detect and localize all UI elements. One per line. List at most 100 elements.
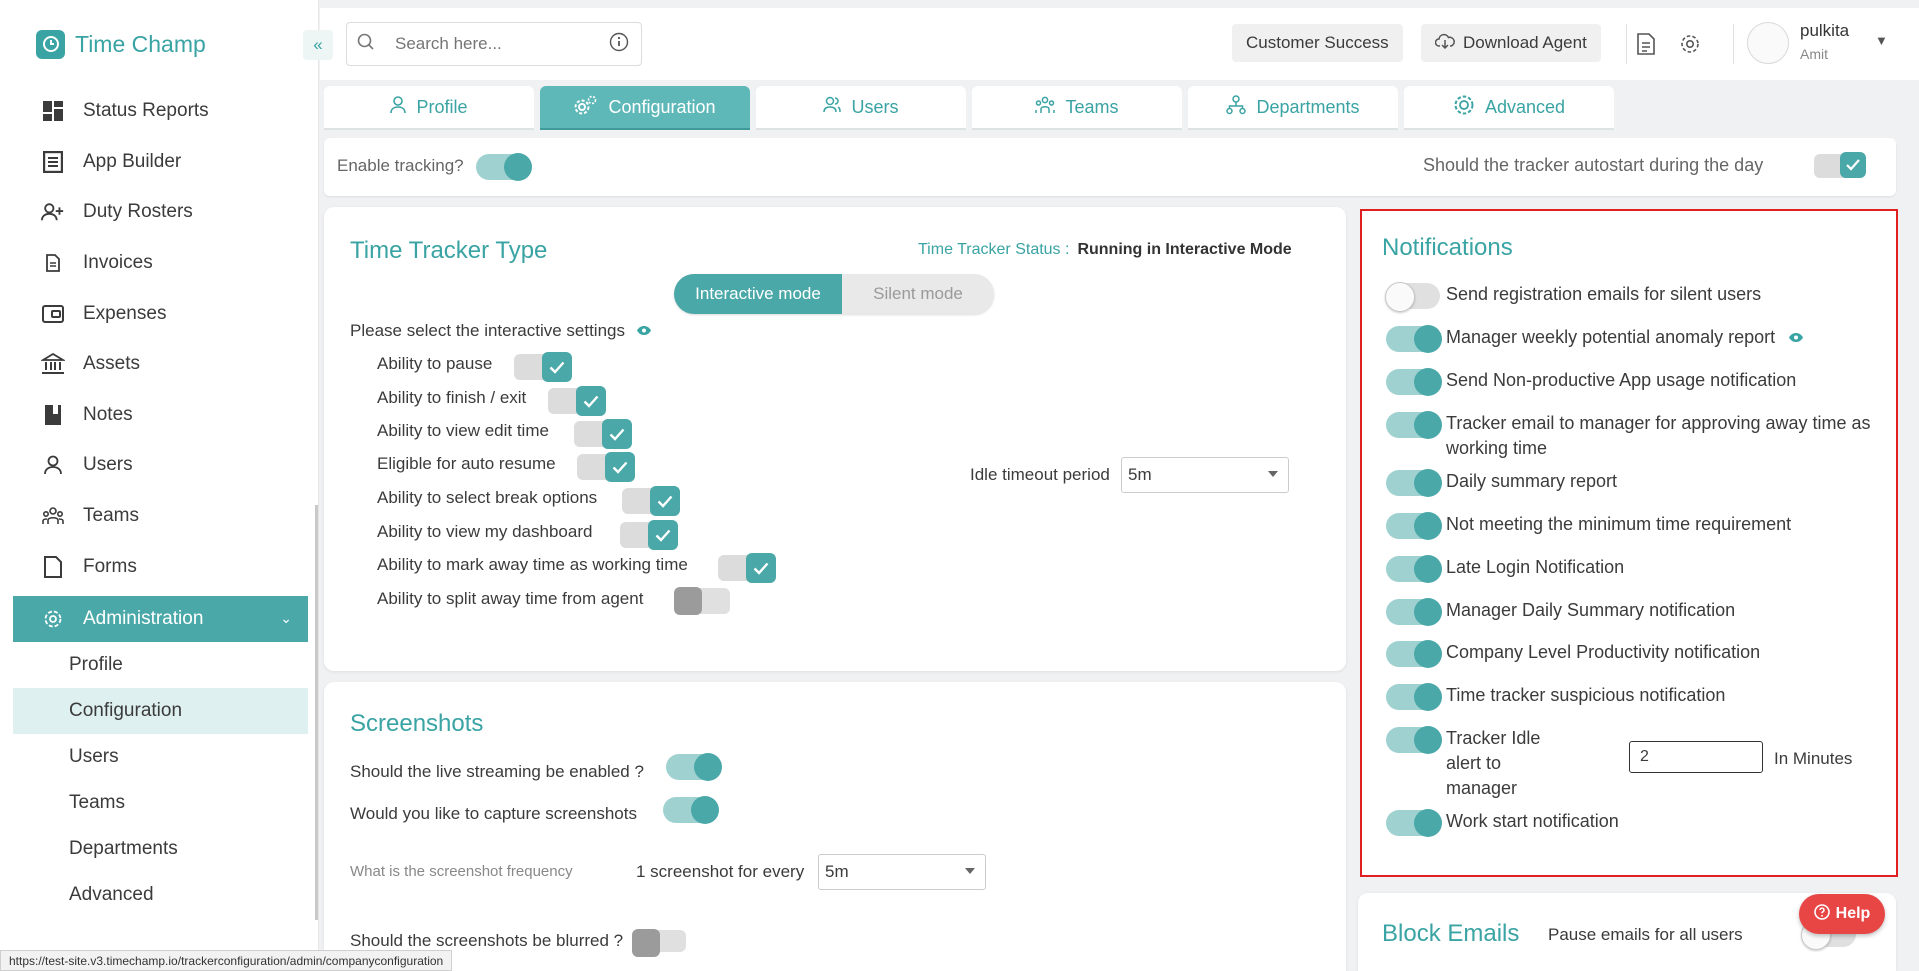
checkmark-icon xyxy=(648,520,678,550)
capture-screenshots-toggle[interactable] xyxy=(663,796,719,824)
gear-icon xyxy=(41,607,65,631)
collapse-sidebar-button[interactable]: « xyxy=(303,30,333,60)
tab-advanced[interactable]: Advanced xyxy=(1404,86,1614,130)
blur-screenshots-toggle[interactable] xyxy=(632,929,686,957)
tab-profile[interactable]: Profile xyxy=(324,86,534,130)
sidebar-item-assets[interactable]: Assets xyxy=(13,339,308,390)
tracker-mode-switch: Interactive mode Silent mode xyxy=(674,274,994,314)
ability-to-view-dashboard-checkbox[interactable] xyxy=(620,520,678,550)
subnav-item-users[interactable]: Users xyxy=(13,734,308,780)
non-productive-app-toggle[interactable] xyxy=(1386,368,1442,396)
company-productivity-toggle[interactable] xyxy=(1386,640,1442,668)
pause-emails-label: Pause emails for all users xyxy=(1548,925,1743,944)
weekly-anomaly-report-toggle[interactable] xyxy=(1386,325,1442,353)
screenshot-frequency-select[interactable]: 5m xyxy=(818,854,986,890)
idle-timeout-select[interactable]: 5m xyxy=(1121,457,1289,493)
manager-daily-summary-toggle[interactable] xyxy=(1386,598,1442,626)
subnav-item-configuration[interactable]: Configuration xyxy=(13,687,308,734)
sidebar-item-label: Invoices xyxy=(83,252,153,274)
search-box[interactable] xyxy=(346,22,642,66)
chevron-down-icon[interactable]: ▼ xyxy=(1875,33,1888,48)
daily-summary-toggle[interactable] xyxy=(1386,469,1442,497)
tab-label: Advanced xyxy=(1484,96,1566,117)
subnav-label: Advanced xyxy=(69,883,154,905)
sidebar-item-forms[interactable]: Forms xyxy=(13,541,308,592)
interactive-mode-button[interactable]: Interactive mode xyxy=(674,274,842,314)
live-streaming-toggle[interactable] xyxy=(666,753,722,781)
ability-to-view-edit-time-checkbox[interactable] xyxy=(574,419,632,449)
app-logo[interactable]: Time Champ xyxy=(36,28,206,60)
tab-teams[interactable]: Teams xyxy=(972,86,1182,130)
teams-icon xyxy=(41,504,65,528)
app-builder-icon xyxy=(41,150,65,174)
gears-icon xyxy=(574,95,598,120)
notification-label: Manager Daily Summary notification xyxy=(1446,600,1736,620)
ability-to-pause-checkbox[interactable] xyxy=(514,352,572,382)
ability-to-finish-checkbox[interactable] xyxy=(548,386,606,416)
split-away-time-toggle[interactable] xyxy=(674,587,730,615)
sidebar-item-expenses[interactable]: Expenses xyxy=(13,288,308,339)
eye-icon[interactable] xyxy=(636,321,652,340)
document-icon[interactable] xyxy=(1634,32,1658,56)
notification-label: Company Level Productivity notification xyxy=(1446,642,1761,662)
customer-success-button[interactable]: Customer Success xyxy=(1232,24,1403,62)
late-login-toggle[interactable] xyxy=(1386,555,1442,583)
eye-icon[interactable] xyxy=(1788,327,1804,347)
tab-departments[interactable]: Departments xyxy=(1188,86,1398,130)
sidebar-item-label: Expenses xyxy=(83,302,167,324)
tab-configuration[interactable]: Configuration xyxy=(540,86,750,130)
avatar[interactable] xyxy=(1747,22,1789,64)
subnav-item-profile[interactable]: Profile xyxy=(13,642,308,688)
idle-alert-minutes-input[interactable]: 2 xyxy=(1629,741,1763,773)
download-agent-button[interactable]: Download Agent xyxy=(1421,24,1601,62)
ability-to-select-break-options-checkbox[interactable] xyxy=(622,486,680,516)
divider xyxy=(1733,24,1734,64)
tab-label: Teams xyxy=(1065,96,1119,117)
subnav-item-advanced[interactable]: Advanced xyxy=(13,872,308,918)
status-value: Running in Interactive Mode xyxy=(1077,241,1292,258)
sidebar-item-duty-rosters[interactable]: Duty Rosters xyxy=(13,187,308,238)
user-icon xyxy=(41,453,65,477)
sidebar-item-teams[interactable]: Teams xyxy=(13,491,308,542)
interactive-settings-text: Please select the interactive settings xyxy=(350,321,625,340)
download-agent-label: Download Agent xyxy=(1463,33,1587,52)
sidebar-item-users[interactable]: Users xyxy=(13,440,308,491)
work-start-toggle[interactable] xyxy=(1386,809,1442,837)
screenshot-frequency-value: 5m xyxy=(825,862,849,881)
sidebar-scrollbar[interactable] xyxy=(315,505,318,920)
sidebar-item-invoices[interactable]: Invoices xyxy=(13,238,308,289)
dashboard-icon xyxy=(41,99,65,123)
notification-label: Tracker email to manager for approving a… xyxy=(1446,413,1871,458)
app-name: Time Champ xyxy=(75,30,206,57)
info-icon[interactable] xyxy=(609,32,629,57)
enable-tracking-label: Enable tracking? xyxy=(337,156,464,175)
user-name[interactable]: pulkita xyxy=(1800,21,1849,41)
sidebar-item-status-reports[interactable]: Status Reports xyxy=(13,86,308,137)
subnav-label: Departments xyxy=(69,837,178,859)
mark-away-time-checkbox[interactable] xyxy=(718,553,776,583)
away-time-approval-toggle[interactable] xyxy=(1386,411,1442,439)
duty-roster-icon xyxy=(41,200,65,224)
idle-alert-value: 2 xyxy=(1640,748,1649,765)
settings-icon[interactable] xyxy=(1678,32,1702,56)
subnav-item-teams[interactable]: Teams xyxy=(13,780,308,826)
sidebar-item-notes[interactable]: Notes xyxy=(13,390,308,441)
setting-label: Ability to view edit time xyxy=(377,421,549,440)
search-input[interactable] xyxy=(395,34,595,54)
topbar: Customer Success Download Agent pulkita … xyxy=(320,8,1919,80)
enable-tracking-toggle[interactable] xyxy=(476,153,532,181)
tab-users[interactable]: Users xyxy=(756,86,966,130)
tracker-idle-alert-toggle[interactable] xyxy=(1386,726,1442,754)
sidebar-item-app-builder[interactable]: App Builder xyxy=(13,137,308,188)
minimum-time-toggle[interactable] xyxy=(1386,512,1442,540)
notification-label: Time tracker suspicious notification xyxy=(1446,685,1726,705)
silent-mode-button[interactable]: Silent mode xyxy=(842,274,994,314)
sidebar-item-administration[interactable]: Administration ⌄ xyxy=(13,595,308,642)
notifications-title: Notifications xyxy=(1382,234,1513,261)
autostart-checkbox[interactable] xyxy=(1814,152,1866,178)
silent-users-registration-toggle[interactable] xyxy=(1385,282,1440,312)
eligible-for-auto-resume-checkbox[interactable] xyxy=(577,452,635,482)
subnav-item-departments[interactable]: Departments xyxy=(13,826,308,872)
suspicious-notification-toggle[interactable] xyxy=(1386,683,1442,711)
help-button[interactable]: Help xyxy=(1799,894,1885,934)
